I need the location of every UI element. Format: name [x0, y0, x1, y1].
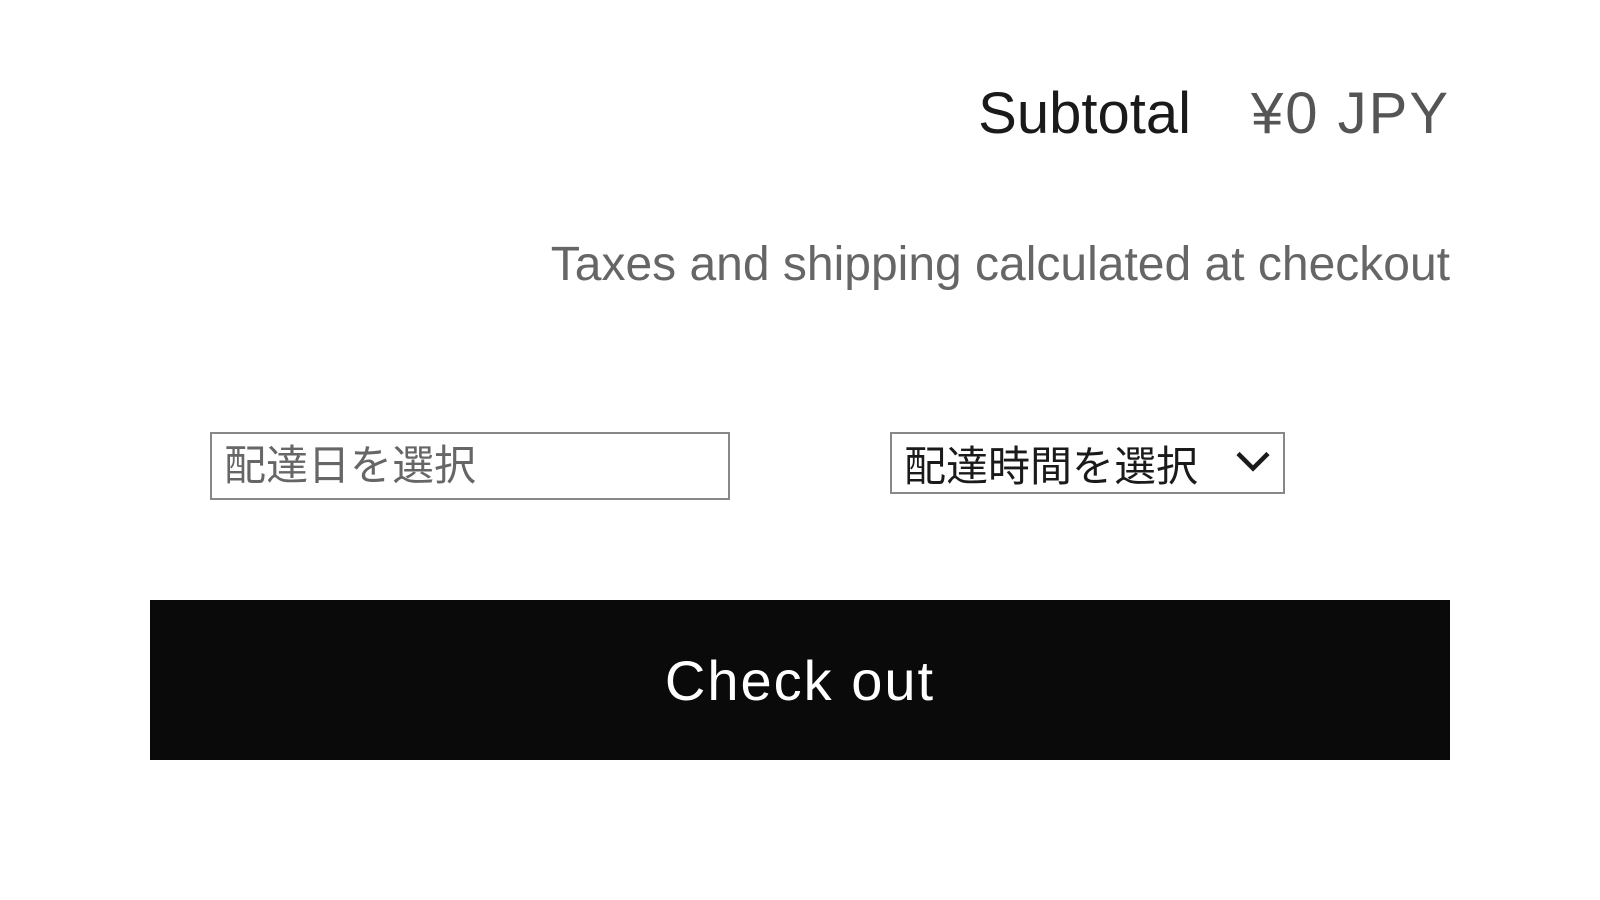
- checkout-button[interactable]: Check out: [150, 600, 1450, 760]
- subtotal-row: Subtotal ¥0 JPY: [150, 80, 1450, 147]
- chevron-down-icon: [1235, 449, 1271, 478]
- subtotal-value: ¥0 JPY: [1251, 80, 1450, 147]
- delivery-options: 配達時間を選択: [150, 432, 1450, 500]
- subtotal-label: Subtotal: [978, 80, 1191, 147]
- delivery-time-label: 配達時間を選択: [904, 433, 1198, 494]
- cart-summary: Subtotal ¥0 JPY Taxes and shipping calcu…: [0, 0, 1600, 760]
- tax-shipping-note: Taxes and shipping calculated at checkou…: [150, 237, 1450, 292]
- delivery-date-input[interactable]: [210, 432, 730, 500]
- delivery-time-select[interactable]: 配達時間を選択: [890, 432, 1285, 494]
